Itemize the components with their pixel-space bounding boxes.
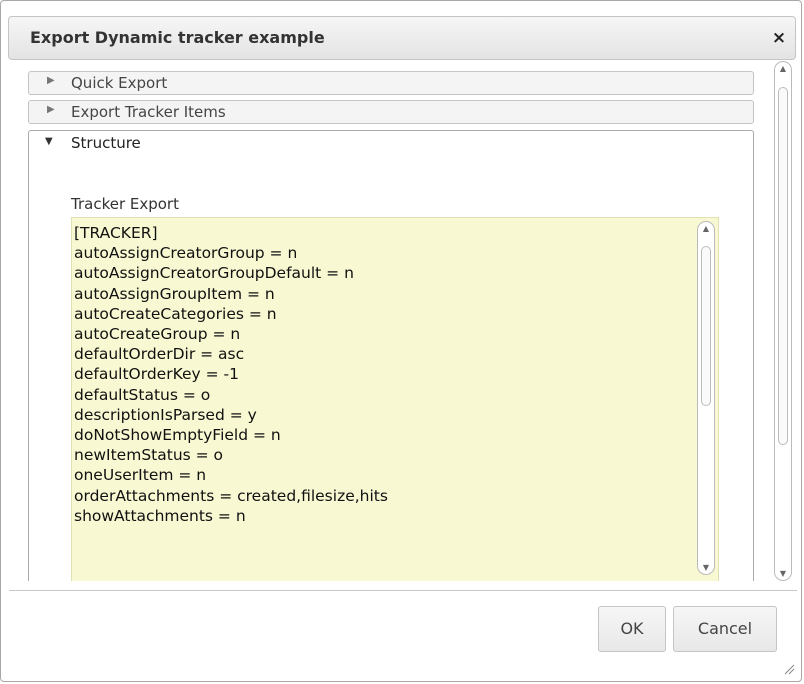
export-line: oneUserItem = n: [74, 466, 207, 485]
cancel-button[interactable]: Cancel: [673, 606, 777, 652]
scroll-down-icon[interactable]: ▼: [698, 563, 714, 572]
triangle-right-icon: ▶: [47, 75, 55, 86]
footer-divider: [9, 590, 797, 591]
export-line: doNotShowEmptyField = n: [74, 426, 281, 445]
scroll-down-icon[interactable]: ▼: [775, 569, 791, 578]
tracker-export-textarea[interactable]: [TRACKER] autoAssignCreatorGroup = n autoA…: [71, 217, 719, 581]
dialog-content: ▶ Quick Export ▶ Export Tracker Items ▼ …: [28, 71, 756, 581]
export-line: descriptionIsParsed = y: [74, 405, 257, 424]
tracker-export-text: [TRACKER] autoAssignCreatorGroup = n autoA…: [74, 223, 388, 526]
export-line: [TRACKER]: [74, 224, 158, 242]
export-line: showAttachments = n: [74, 506, 246, 525]
textarea-scrollbar[interactable]: ▲ ▼: [697, 221, 715, 575]
close-icon[interactable]: ×: [769, 28, 789, 48]
accordion-quick-export[interactable]: ▶ Quick Export: [28, 71, 754, 95]
dialog-titlebar[interactable]: Export Dynamic tracker example ×: [8, 16, 796, 60]
textarea-scroll-thumb[interactable]: [701, 246, 711, 406]
dialog-title: Export Dynamic tracker example: [30, 28, 325, 47]
export-line: autoAssignGroupItem = n: [74, 284, 275, 303]
scroll-up-icon[interactable]: ▲: [775, 64, 791, 73]
dialog-scrollbar[interactable]: ▲ ▼: [774, 61, 792, 581]
export-line: defaultOrderKey = -1: [74, 365, 239, 384]
resize-grip-icon[interactable]: [783, 663, 795, 675]
export-line: orderAttachments = created,filesize,hits: [74, 486, 388, 505]
accordion-label: Export Tracker Items: [71, 103, 226, 121]
export-line: autoCreateGroup = n: [74, 325, 241, 344]
accordion-label[interactable]: Structure: [71, 134, 141, 152]
triangle-right-icon: ▶: [47, 104, 55, 115]
export-line: autoCreateCategories = n: [74, 304, 277, 323]
ok-button[interactable]: OK: [598, 606, 666, 652]
export-line: newItemStatus = o: [74, 446, 224, 465]
scroll-up-icon[interactable]: ▲: [698, 224, 714, 233]
tracker-export-label: Tracker Export: [71, 195, 179, 213]
accordion-label: Quick Export: [71, 74, 168, 92]
export-line: defaultStatus = o: [74, 385, 211, 404]
export-line: autoAssignCreatorGroupDefault = n: [74, 264, 354, 283]
export-dialog: Export Dynamic tracker example × ▶ Quick…: [0, 0, 802, 682]
triangle-down-icon[interactable]: ▼: [45, 136, 53, 147]
export-line: defaultOrderDir = asc: [74, 345, 245, 364]
accordion-structure: ▼ Structure Tracker Export [TRACKER] auto…: [28, 130, 754, 581]
accordion-export-tracker-items[interactable]: ▶ Export Tracker Items: [28, 100, 754, 124]
export-line: autoAssignCreatorGroup = n: [74, 244, 298, 263]
dialog-scroll-thumb[interactable]: [778, 87, 788, 445]
